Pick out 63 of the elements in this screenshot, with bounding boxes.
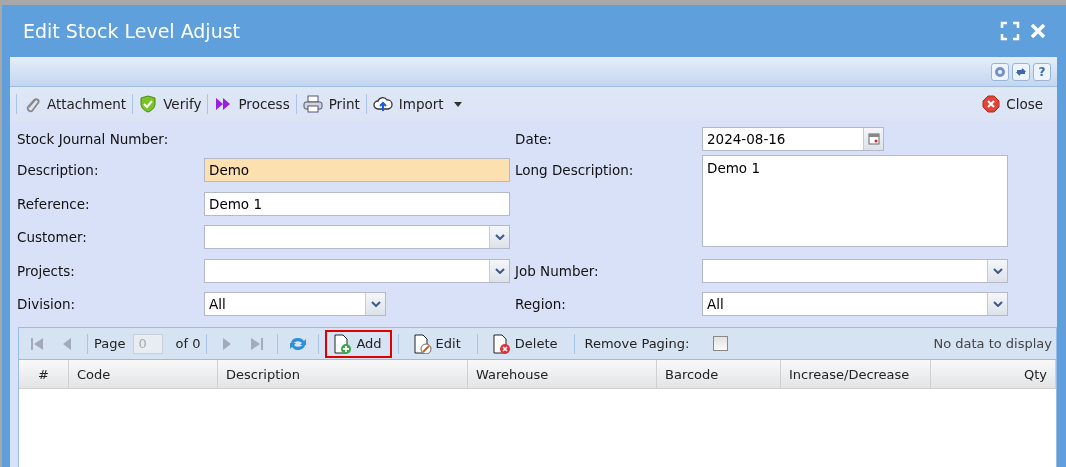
document-pencil-icon [411,333,432,354]
column-header[interactable]: Increase/Decrease [781,360,931,388]
page-count: of 0 [175,336,201,351]
calendar-icon [867,133,880,145]
field-label: Customer: [17,229,88,245]
printer-icon [302,95,323,113]
column-header[interactable]: Description [218,360,468,388]
window-title: Edit Stock Level Adjust [23,20,242,42]
document-plus-icon [332,333,353,354]
close-icon[interactable] [1030,23,1046,39]
remove-paging-label: Remove Paging: [584,336,690,351]
refresh-button[interactable] [1012,62,1030,81]
last-page-icon[interactable] [249,335,266,352]
chevron-down-icon [370,301,381,307]
chevron-down-icon [494,267,505,274]
maximize-icon[interactable] [1000,21,1020,41]
column-header[interactable]: Qty [931,360,1056,388]
field-label: Projects: [17,262,76,279]
field-label: Long Description: [515,162,635,178]
status-text: No data to display [932,336,1052,351]
close-button[interactable]: Close [976,92,1049,116]
field-label: Region: [515,296,567,312]
dropdown-field[interactable] [204,258,510,283]
field-label: Job Number: [515,262,600,279]
chevron-down-icon [494,234,505,240]
process-button[interactable]: Process [208,92,296,116]
delete-button[interactable]: Delete [483,329,568,358]
edit-button[interactable]: Edit [404,329,471,358]
field-label: Stock Journal Number: [17,131,170,147]
dropdown-field[interactable] [702,258,1008,283]
add-button[interactable]: Add [325,329,392,358]
refresh-icon [1015,65,1027,78]
field-label: Date: [515,131,553,147]
shield-check-icon [139,95,158,113]
text-area[interactable]: Demo 1 [702,155,1008,247]
dropdown-field[interactable]: All [204,292,386,316]
checkbox[interactable] [713,336,729,351]
field-label: Reference: [17,195,91,212]
help-button[interactable]: ? [1033,62,1051,81]
import-button[interactable]: Import [366,92,468,116]
field-label: Division: [17,296,77,312]
column-header[interactable]: # [19,360,69,388]
dropdown-field[interactable] [204,225,510,249]
verify-button[interactable]: Verify [133,92,208,116]
print-button[interactable]: Print [296,92,366,116]
column-header[interactable]: Warehouse [468,360,657,388]
date-field[interactable]: 2024-08-16 [702,127,884,151]
close-icon [982,95,1001,113]
document-delete-icon [490,333,511,354]
field-label: Description: [17,162,100,178]
column-header[interactable]: Code [69,360,218,388]
dropdown-field[interactable]: All [702,292,1008,316]
text-field[interactable]: Demo 1 [204,191,510,216]
text-field[interactable]: Demo [204,158,510,182]
settings-button[interactable] [991,62,1009,81]
page-label: Page [94,336,126,351]
attachment-button[interactable]: Attachment [17,92,133,116]
first-page-icon[interactable] [29,335,45,352]
chevron-down-icon [992,301,1003,307]
cloud-upload-icon [372,95,393,113]
chevron-down-icon [992,267,1003,274]
column-header[interactable]: Barcode [657,360,781,388]
caret-icon [453,101,462,107]
